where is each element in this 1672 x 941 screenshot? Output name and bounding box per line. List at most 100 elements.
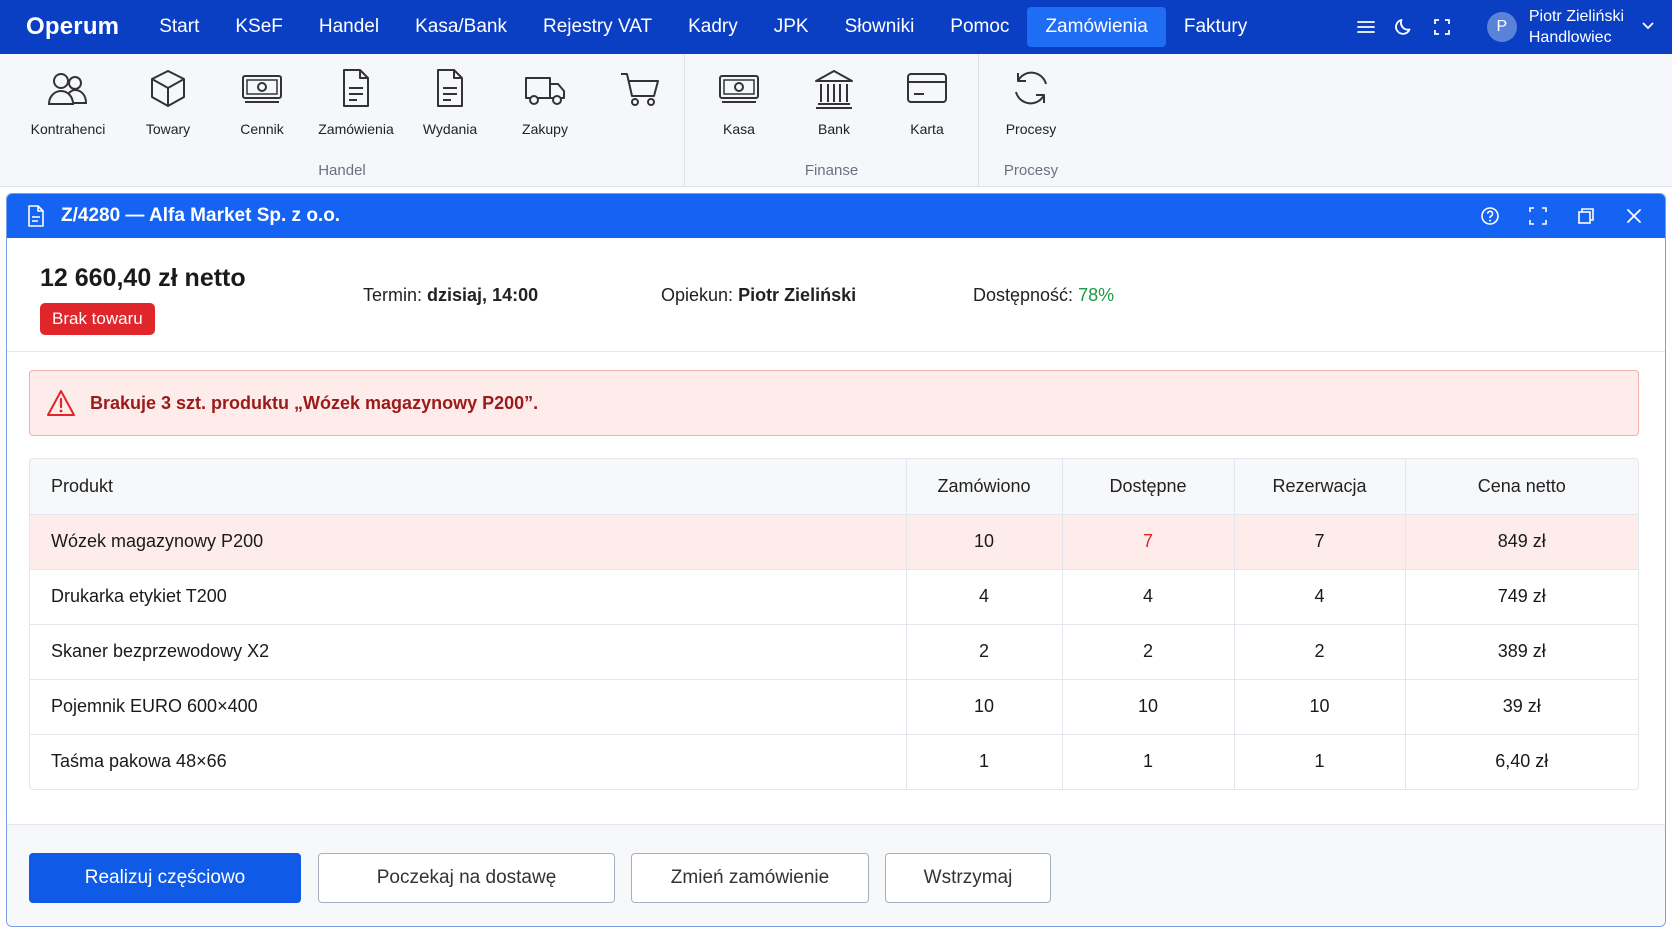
- nav-slowniki[interactable]: Słowniki: [827, 7, 933, 47]
- wait-for-delivery-button[interactable]: Poczekaj na dostawę: [318, 853, 615, 903]
- ribbon-label: Bank: [818, 121, 850, 137]
- cell-price: 6,40 zł: [1495, 751, 1549, 772]
- column-header-product[interactable]: Produkt: [30, 459, 907, 515]
- dialog-title-bar: Z/4280 — Alfa Market Sp. z o.o.: [7, 194, 1665, 238]
- ribbon-label: Kontrahenci: [30, 121, 106, 137]
- cell-ordered: 2: [906, 624, 1063, 680]
- column-header-price[interactable]: Cena netto: [1405, 459, 1638, 515]
- nav-handel[interactable]: Handel: [301, 7, 397, 47]
- contacts-icon: [45, 66, 91, 115]
- dialog-actions: [1459, 194, 1651, 238]
- ribbon-group-handel: Kontrahenci Towary Cennik Zamówienia Wyd…: [0, 54, 685, 187]
- user-info[interactable]: Piotr Zieliński Handlowiec: [1529, 6, 1624, 48]
- cell-available: 2: [1062, 624, 1235, 680]
- nav-pomoc[interactable]: Pomoc: [932, 7, 1027, 47]
- avatar[interactable]: P: [1486, 12, 1517, 42]
- table-row[interactable]: Wózek magazynowy P200 10 7 7 849 zł: [30, 514, 1638, 570]
- cell-ordered: 4: [906, 569, 1063, 625]
- cell-ordered: 10: [906, 679, 1063, 735]
- dark-mode-icon[interactable]: [1387, 10, 1421, 44]
- column-header-ordered[interactable]: Zamówiono: [906, 459, 1063, 515]
- partial-fulfill-button[interactable]: Realizuj częściowo: [29, 853, 301, 903]
- column-header-available[interactable]: Dostępne: [1062, 459, 1235, 515]
- nav-ksef[interactable]: KSeF: [217, 7, 301, 47]
- cell-product: Wózek magazynowy P200: [30, 514, 907, 570]
- nav-rejestry-vat[interactable]: Rejestry VAT: [525, 7, 670, 47]
- ribbon-group-finanse: Kasa Bank Karta Finanse: [685, 54, 979, 187]
- change-order-button[interactable]: Zmień zamówienie: [631, 853, 869, 903]
- cell-product: Drukarka etykiet T200: [30, 569, 907, 625]
- document-icon: [427, 66, 473, 115]
- fullscreen-icon[interactable]: [1425, 10, 1459, 44]
- nav-kasa-bank[interactable]: Kasa/Bank: [397, 7, 525, 47]
- help-icon[interactable]: [1473, 199, 1507, 233]
- cash-icon: [716, 66, 762, 115]
- restore-window-icon[interactable]: [1569, 199, 1603, 233]
- ribbon-button-zamowienia[interactable]: Zamówienia: [311, 66, 401, 137]
- ribbon-button-zakupy[interactable]: Zakupy: [500, 66, 590, 137]
- ribbon-button-cart[interactable]: [595, 66, 685, 121]
- table-header-row: Produkt Zamówiono Dostępne Rezerwacja Ce…: [30, 459, 1638, 515]
- cell-reserved: 1: [1234, 734, 1406, 789]
- availability-info: Dostępność: 78%: [973, 285, 1114, 306]
- ribbon-button-towary[interactable]: Towary: [123, 66, 213, 137]
- order-items-table: Produkt Zamówiono Dostępne Rezerwacja Ce…: [29, 458, 1639, 790]
- cell-product: Skaner bezprzewodowy X2: [30, 624, 907, 680]
- user-name: Piotr Zieliński: [1528, 8, 1624, 25]
- cell-product: Taśma pakowa 48×66: [30, 734, 907, 789]
- ribbon-button-karta[interactable]: Karta: [882, 66, 972, 137]
- truck-icon: [522, 66, 568, 115]
- nav-jpk[interactable]: JPK: [756, 7, 827, 47]
- cell-ordered: 1: [906, 734, 1063, 789]
- alert-message: Brakuje 3 szt. produktu „Wózek magazynow…: [90, 392, 539, 413]
- cell-available: 10: [1062, 679, 1235, 735]
- cell-reserved: 2: [1234, 624, 1406, 680]
- card-icon: [904, 66, 950, 115]
- deadline-value: dzisiaj, 14:00: [427, 285, 539, 305]
- hold-order-button[interactable]: Wstrzymaj: [885, 853, 1051, 903]
- ribbon-group-label: Procesy: [1003, 162, 1059, 179]
- cell-ordered: 10: [906, 514, 1063, 570]
- chevron-down-icon[interactable]: [1640, 17, 1656, 38]
- table-row[interactable]: Taśma pakowa 48×66 1 1 1 6,40 zł: [30, 734, 1638, 789]
- cell-available: 4: [1062, 569, 1235, 625]
- ribbon-button-kasa[interactable]: Kasa: [694, 66, 784, 137]
- shortage-alert: Brakuje 3 szt. produktu „Wózek magazynow…: [29, 370, 1639, 436]
- order-summary: 12 660,40 zł netto Brak towaru Termin: d…: [7, 238, 1665, 352]
- document-icon: [27, 205, 45, 227]
- table-row[interactable]: Skaner bezprzewodowy X2 2 2 2 389 zł: [30, 624, 1638, 680]
- maximize-icon[interactable]: [1521, 199, 1555, 233]
- cell-available: 1: [1062, 734, 1235, 789]
- menu-icon[interactable]: [1349, 10, 1383, 44]
- nav-kadry[interactable]: Kadry: [670, 7, 756, 47]
- order-amount: 12 660,40 zł netto: [40, 264, 246, 292]
- cell-product: Pojemnik EURO 600×400: [30, 679, 907, 735]
- availability-label: Dostępność:: [973, 285, 1074, 305]
- warning-icon: [46, 389, 76, 417]
- app-brand[interactable]: Operum: [26, 13, 119, 41]
- dialog-footer: Realizuj częściowo Poczekaj na dostawę Z…: [7, 824, 1665, 926]
- ribbon-button-bank[interactable]: Bank: [789, 66, 879, 137]
- cell-price: 749 zł: [1405, 569, 1638, 625]
- ribbon-group-procesy: Procesy Procesy: [979, 54, 1083, 187]
- ribbon-button-kontrahenci[interactable]: Kontrahenci: [23, 66, 113, 137]
- cart-icon: [617, 66, 663, 115]
- table-row[interactable]: Pojemnik EURO 600×400 10 10 10 39 zł: [30, 679, 1638, 735]
- close-icon[interactable]: [1617, 199, 1651, 233]
- bank-icon: [811, 66, 857, 115]
- ribbon-label: Cennik: [240, 121, 284, 137]
- ribbon-button-cennik[interactable]: Cennik: [217, 66, 307, 137]
- ribbon-label: Wydania: [422, 121, 478, 137]
- ribbon-button-wydania[interactable]: Wydania: [405, 66, 495, 137]
- ribbon-group-label: Handel: [318, 162, 366, 179]
- column-header-reserved[interactable]: Rezerwacja: [1234, 459, 1406, 515]
- owner-info: Opiekun: Piotr Zieliński: [661, 285, 856, 306]
- ribbon-label: Procesy: [1005, 121, 1057, 137]
- cell-price: 389 zł: [1405, 624, 1638, 680]
- nav-start[interactable]: Start: [141, 7, 217, 47]
- table-row[interactable]: Drukarka etykiet T200 4 4 4 749 zł: [30, 569, 1638, 625]
- nav-faktury[interactable]: Faktury: [1166, 7, 1265, 47]
- ribbon-button-procesy[interactable]: Procesy: [986, 66, 1076, 137]
- nav-zamowienia[interactable]: Zamówienia: [1027, 7, 1166, 47]
- ribbon-label: Kasa: [723, 121, 755, 137]
